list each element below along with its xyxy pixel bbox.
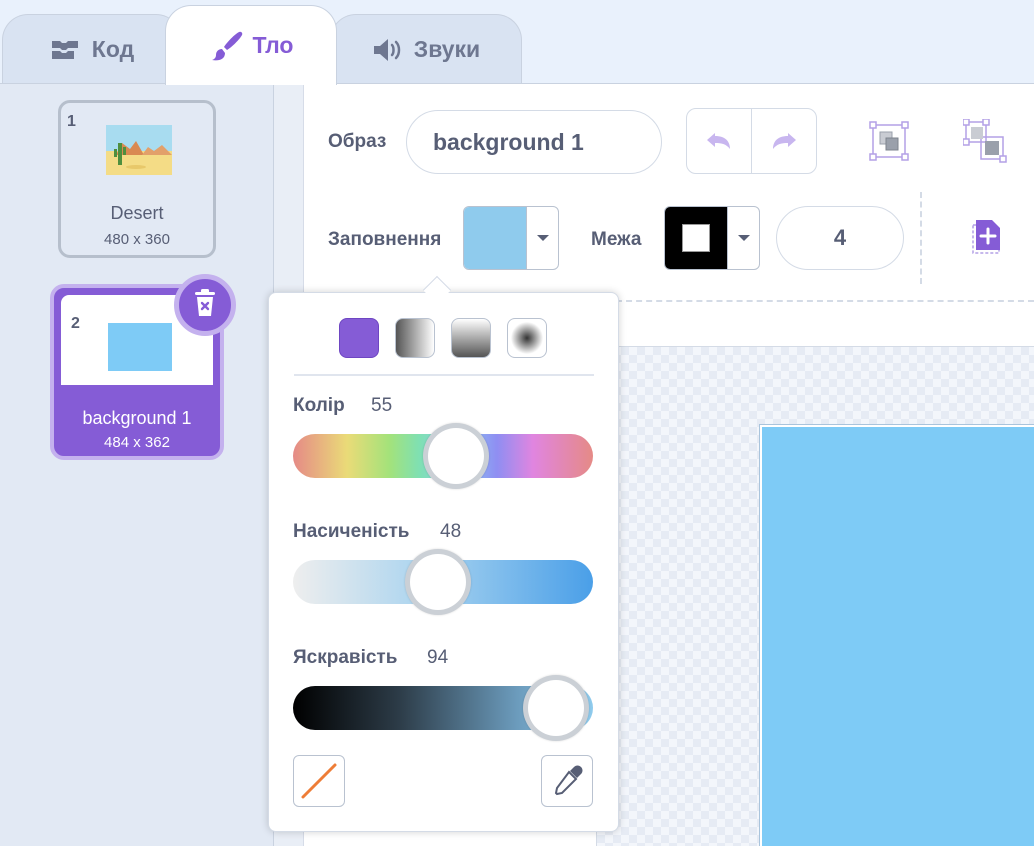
paintbrush-icon [209,29,243,63]
costume-number: 1 [67,113,76,130]
tab-sounds[interactable]: Звуки [330,14,522,84]
group-button[interactable] [866,118,912,164]
desert-thumbnail [106,125,172,175]
eyedropper-button[interactable] [541,755,593,807]
canvas-backdrop-rectangle[interactable] [759,424,1034,846]
vertical-gradient-button[interactable] [451,318,491,358]
toolbar-divider [920,192,922,284]
redo-button[interactable] [751,109,816,173]
costume-name: background 1 [82,408,192,428]
radial-gradient-button[interactable] [507,318,547,358]
toolbar-separator [616,300,1034,302]
costume-name-input[interactable]: background 1 [406,110,662,174]
tab-code[interactable]: Код [2,14,182,84]
background-thumbnail [108,323,172,371]
color-slider-label: Колір [293,395,345,416]
undo-icon [707,133,730,149]
brightness-slider-value: 94 [427,647,449,668]
tab-code-label: Код [91,36,135,62]
speaker-icon [372,37,404,63]
ungroup-icon [963,119,1007,163]
delete-costume-button[interactable] [174,274,236,336]
outline-label: Межа [591,229,642,250]
trash-icon [192,288,218,323]
costume-size: 480 x 360 [104,231,170,248]
saturation-slider-label: Насиченість [293,521,410,542]
undo-redo-group [686,108,817,174]
color-slider-handle[interactable] [422,423,489,489]
tab-backdrops[interactable]: Тло [165,5,337,85]
outline-color-swatch [665,207,727,269]
no-fill-button[interactable] [293,755,345,807]
saturation-slider-value: 48 [440,521,462,542]
undo-button[interactable] [687,109,751,173]
code-blocks-icon [50,39,82,61]
fill-color-swatch [464,207,526,269]
fill-label: Заповнення [328,229,442,250]
brightness-slider-handle[interactable] [522,675,589,741]
redo-icon [773,133,796,149]
add-costume-button[interactable] [966,214,1006,262]
fill-color-button[interactable] [463,206,559,270]
tab-sounds-label: Звуки [413,36,481,62]
outline-color-button[interactable] [664,206,760,270]
horizontal-gradient-button[interactable] [395,318,435,358]
chevron-down-icon [526,207,558,269]
eyedropper-icon [554,765,583,796]
color-slider-value: 55 [371,395,393,416]
costume-name-label: Образ [328,131,387,152]
solid-fill-button[interactable] [339,318,379,358]
saturation-slider-handle[interactable] [404,549,471,615]
tab-backdrops-label: Тло [252,32,294,58]
costume-name: Desert [110,203,164,223]
group-icon [869,121,909,161]
chevron-down-icon [727,207,759,269]
costume-item-desert[interactable]: 1 Desert 480 x 360 [58,100,216,258]
brightness-slider-label: Яскравість [293,647,398,668]
outline-width-input[interactable]: 4 [776,206,904,270]
popover-divider [294,374,594,376]
costume-size: 484 x 362 [104,434,170,451]
no-fill-icon [301,763,337,799]
costume-number: 2 [71,315,80,332]
ungroup-button[interactable] [962,118,1008,164]
add-costume-icon [972,220,1000,254]
